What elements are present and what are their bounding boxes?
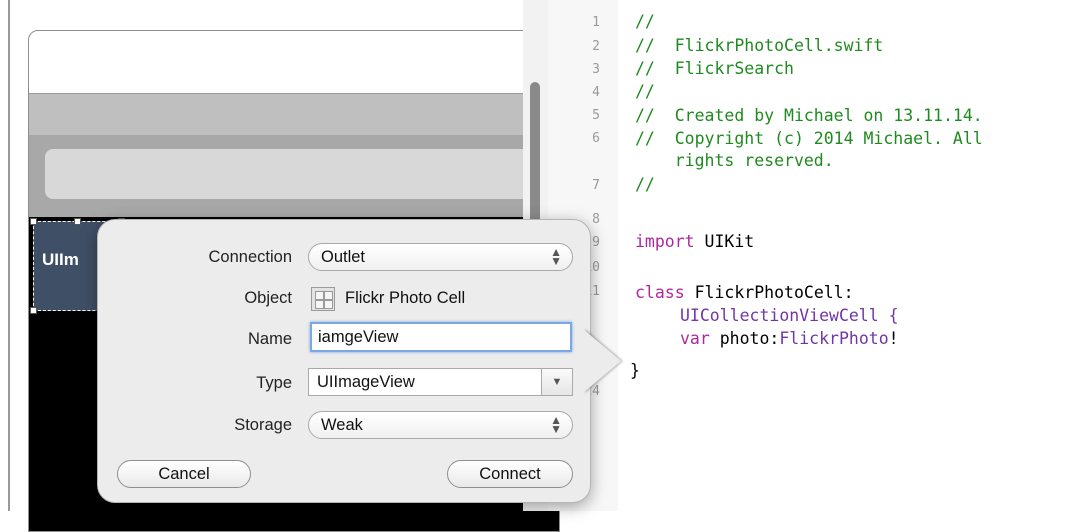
popover-arrow <box>583 329 621 393</box>
property-type: FlickrPhoto <box>779 329 889 348</box>
collection-cell-icon <box>311 287 335 311</box>
class-name: FlickrPhotoCell: <box>694 283 854 302</box>
code-comment-line: // <box>635 12 655 31</box>
property-name: photo: <box>719 329 780 348</box>
resize-handle[interactable] <box>30 307 37 314</box>
line-number: 5 <box>592 108 600 123</box>
resize-handle[interactable] <box>30 218 37 225</box>
line-number: 6 <box>592 131 600 146</box>
code-comment-line: // Copyright (c) 2014 Michael. All <box>635 129 983 148</box>
line-number: 4 <box>592 85 600 100</box>
code-closing-brace: } <box>630 361 640 380</box>
search-bar[interactable] <box>29 135 559 217</box>
line-number: 1 <box>592 15 600 30</box>
cancel-button[interactable]: Cancel <box>117 460 251 488</box>
stepper-arrows-icon: ▲ ▼ <box>550 245 562 268</box>
code-comment-line: // FlickrSearch <box>635 59 794 78</box>
code-property-line: var photo:FlickrPhoto! <box>680 329 899 348</box>
search-field[interactable] <box>45 149 559 199</box>
storage-value: Weak <box>321 416 363 434</box>
image-view-label: UIIm <box>42 250 79 269</box>
import-keyword: import <box>635 232 695 251</box>
code-class-line: class FlickrPhotoCell: <box>635 283 854 302</box>
connection-label: Connection <box>208 248 292 266</box>
connect-button[interactable]: Connect <box>447 460 573 488</box>
module-name: UIKit <box>704 232 755 251</box>
code-comment-line: // <box>635 82 655 101</box>
code-superclass-line: UICollectionViewCell { <box>680 306 899 325</box>
type-value: UIImageView <box>317 373 415 391</box>
name-input[interactable] <box>310 322 572 352</box>
stepper-arrows-icon: ▲ ▼ <box>550 413 562 436</box>
object-value: Flickr Photo Cell <box>345 289 466 307</box>
line-number: 3 <box>592 62 600 77</box>
icon-quadrant <box>324 300 333 309</box>
code-comment-line: // <box>635 175 655 194</box>
line-number: 7 <box>592 178 600 193</box>
object-label: Object <box>244 289 292 307</box>
icon-quadrant <box>315 291 324 300</box>
connection-select[interactable]: Outlet ▲ ▼ <box>308 243 573 271</box>
type-combo-box[interactable]: UIImageView ▼ <box>308 368 573 396</box>
code-comment-line: // FlickrPhotoCell.swift <box>635 36 884 55</box>
class-keyword: class <box>635 283 685 302</box>
chevron-down-icon[interactable]: ▼ <box>541 369 572 395</box>
storage-label: Storage <box>234 416 292 434</box>
resize-handle[interactable] <box>74 218 81 225</box>
type-label: Type <box>256 374 292 392</box>
unwrap-operator: ! <box>888 329 899 348</box>
icon-quadrant <box>315 300 324 309</box>
storage-select[interactable]: Weak ▲ ▼ <box>308 411 573 439</box>
code-comment-line: // Created by Michael on 13.11.14. <box>635 106 983 125</box>
canvas-divider <box>8 0 10 511</box>
code-comment-line: rights reserved. <box>635 151 834 170</box>
var-keyword: var <box>680 329 710 348</box>
connection-value: Outlet <box>321 248 366 266</box>
line-number: 2 <box>592 39 600 54</box>
code-import-line: import UIKit <box>635 232 754 251</box>
icon-quadrant <box>324 291 333 300</box>
name-label: Name <box>247 330 292 348</box>
